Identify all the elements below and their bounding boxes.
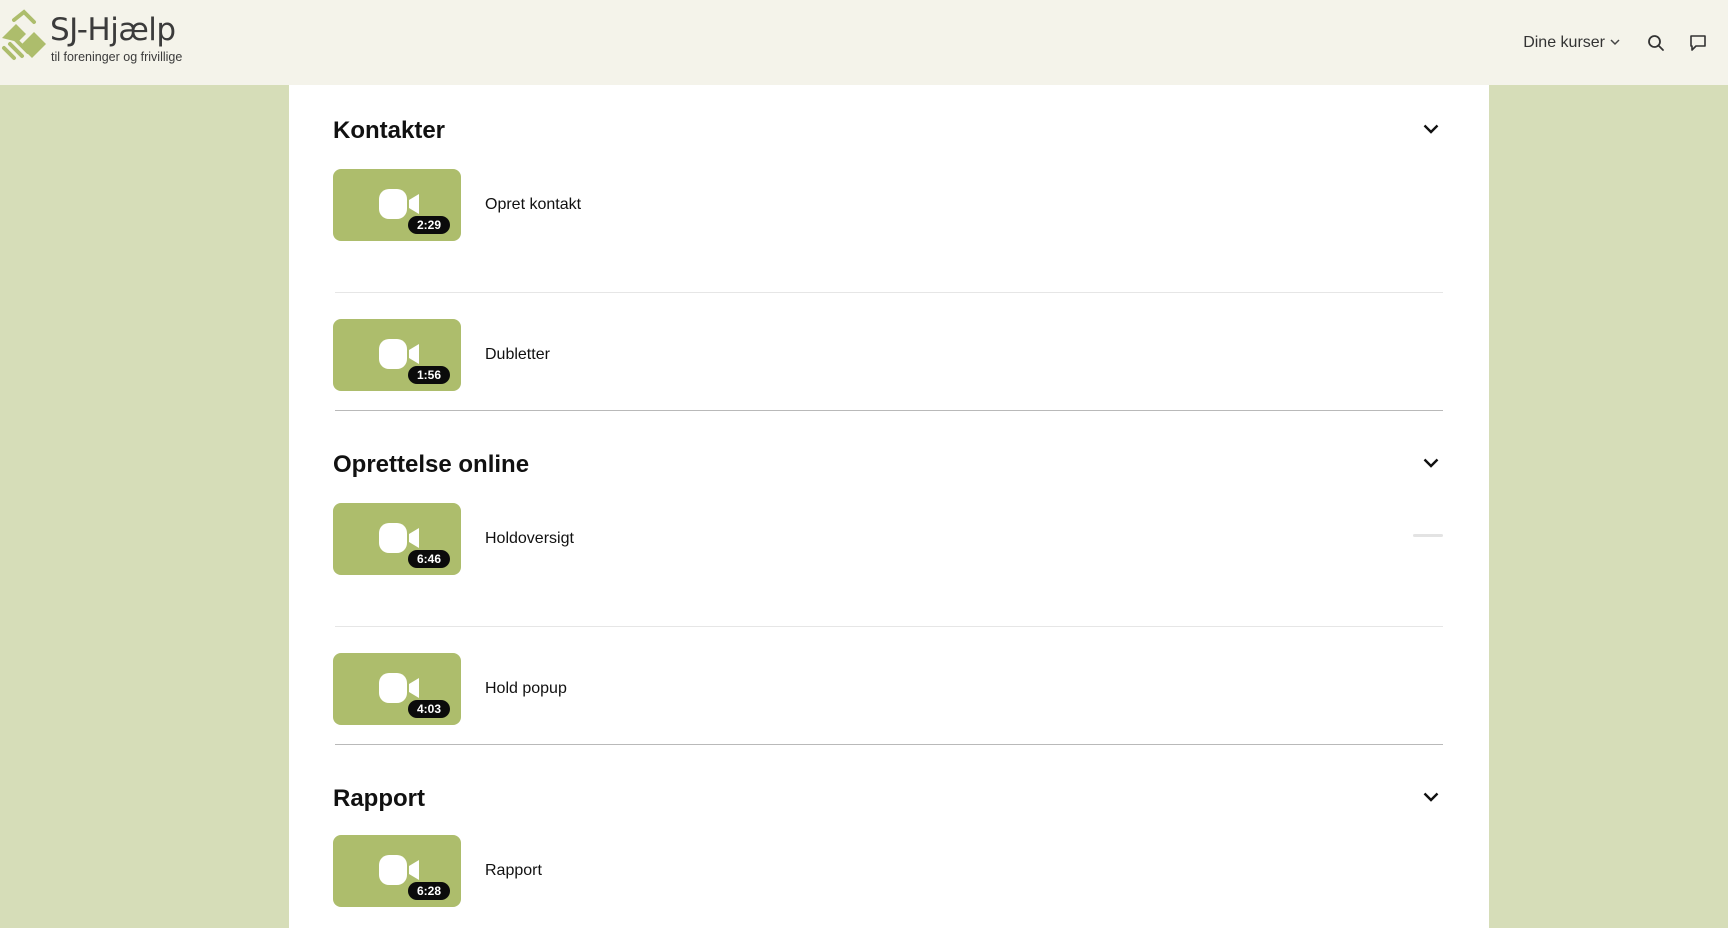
duration-badge: 1:56 [407, 366, 450, 384]
lesson-item[interactable]: 6:46 Holdoversigt [333, 503, 1443, 627]
section-title: Kontakter [333, 117, 446, 144]
logo-title: SJ-Hjælp [50, 12, 176, 48]
video-camera-icon [379, 855, 419, 885]
section-title: Oprettelse online [333, 451, 530, 478]
section-rapport: Rapport 6:28 Rapport [333, 785, 1443, 927]
lesson-item[interactable]: 4:03 Hold popup [333, 627, 1443, 725]
section-toggle[interactable] [1419, 451, 1443, 475]
lesson-progress-bar [1413, 534, 1443, 537]
logo-subtitle: til foreninger og frivillige [51, 50, 183, 64]
lesson-title[interactable]: Opret kontakt [485, 196, 581, 214]
section-divider [335, 744, 1443, 745]
lesson-item[interactable]: 1:56 Dubletter [333, 293, 1443, 417]
site-header: SJ-Hjælp til foreninger og frivillige Di… [0, 0, 1728, 85]
chevron-down-icon [1423, 124, 1439, 134]
lesson-thumbnail[interactable]: 2:29 [333, 169, 461, 241]
search-button[interactable] [1644, 31, 1668, 55]
section-divider [335, 410, 1443, 411]
chevron-down-icon [1423, 792, 1439, 802]
lesson-title[interactable]: Rapport [485, 862, 542, 880]
lesson-thumbnail[interactable]: 6:46 [333, 503, 461, 575]
search-icon [1648, 34, 1664, 51]
lesson-thumbnail[interactable]: 6:28 [333, 835, 461, 907]
chevron-down-icon [1423, 458, 1439, 468]
duration-badge: 2:29 [407, 216, 450, 234]
courses-dropdown-label: Dine kurser [1523, 33, 1605, 51]
section-header[interactable]: Oprettelse online [333, 451, 1443, 491]
section-header[interactable]: Kontakter [333, 117, 1443, 157]
section-toggle[interactable] [1419, 785, 1443, 809]
lesson-thumbnail[interactable]: 1:56 [333, 319, 461, 391]
duration-badge: 4:03 [407, 700, 450, 718]
courses-dropdown[interactable]: Dine kurser [1523, 34, 1620, 52]
section-title: Rapport [333, 785, 425, 812]
messages-button[interactable] [1686, 31, 1710, 55]
chat-icon [1690, 34, 1706, 51]
section-oprettelse-online: Oprettelse online 6:46 Holdoversigt 4:03… [333, 451, 1443, 725]
video-camera-icon [379, 339, 419, 369]
lesson-thumbnail[interactable]: 4:03 [333, 653, 461, 725]
header-nav: Dine kurser [1523, 0, 1728, 85]
video-camera-icon [379, 673, 419, 703]
lesson-item[interactable]: 2:29 Opret kontakt [333, 169, 1443, 293]
site-logo[interactable]: SJ-Hjælp til foreninger og frivillige [0, 8, 200, 72]
duration-badge: 6:46 [407, 550, 450, 568]
lesson-title[interactable]: Dubletter [485, 346, 550, 364]
video-camera-icon [379, 523, 419, 553]
chevron-down-icon [1610, 39, 1620, 46]
section-toggle[interactable] [1419, 117, 1443, 141]
lesson-title[interactable]: Holdoversigt [485, 530, 574, 548]
course-content: Kontakter 2:29 Opret kontakt 1:56 Dublet… [289, 85, 1489, 928]
section-header[interactable]: Rapport [333, 785, 1443, 825]
lesson-title[interactable]: Hold popup [485, 680, 567, 698]
duration-badge: 6:28 [407, 882, 450, 900]
section-kontakter: Kontakter 2:29 Opret kontakt 1:56 Dublet… [333, 117, 1443, 417]
handshake-logo-icon [2, 9, 46, 60]
video-camera-icon [379, 189, 419, 219]
lesson-item[interactable]: 6:28 Rapport [333, 835, 1443, 927]
